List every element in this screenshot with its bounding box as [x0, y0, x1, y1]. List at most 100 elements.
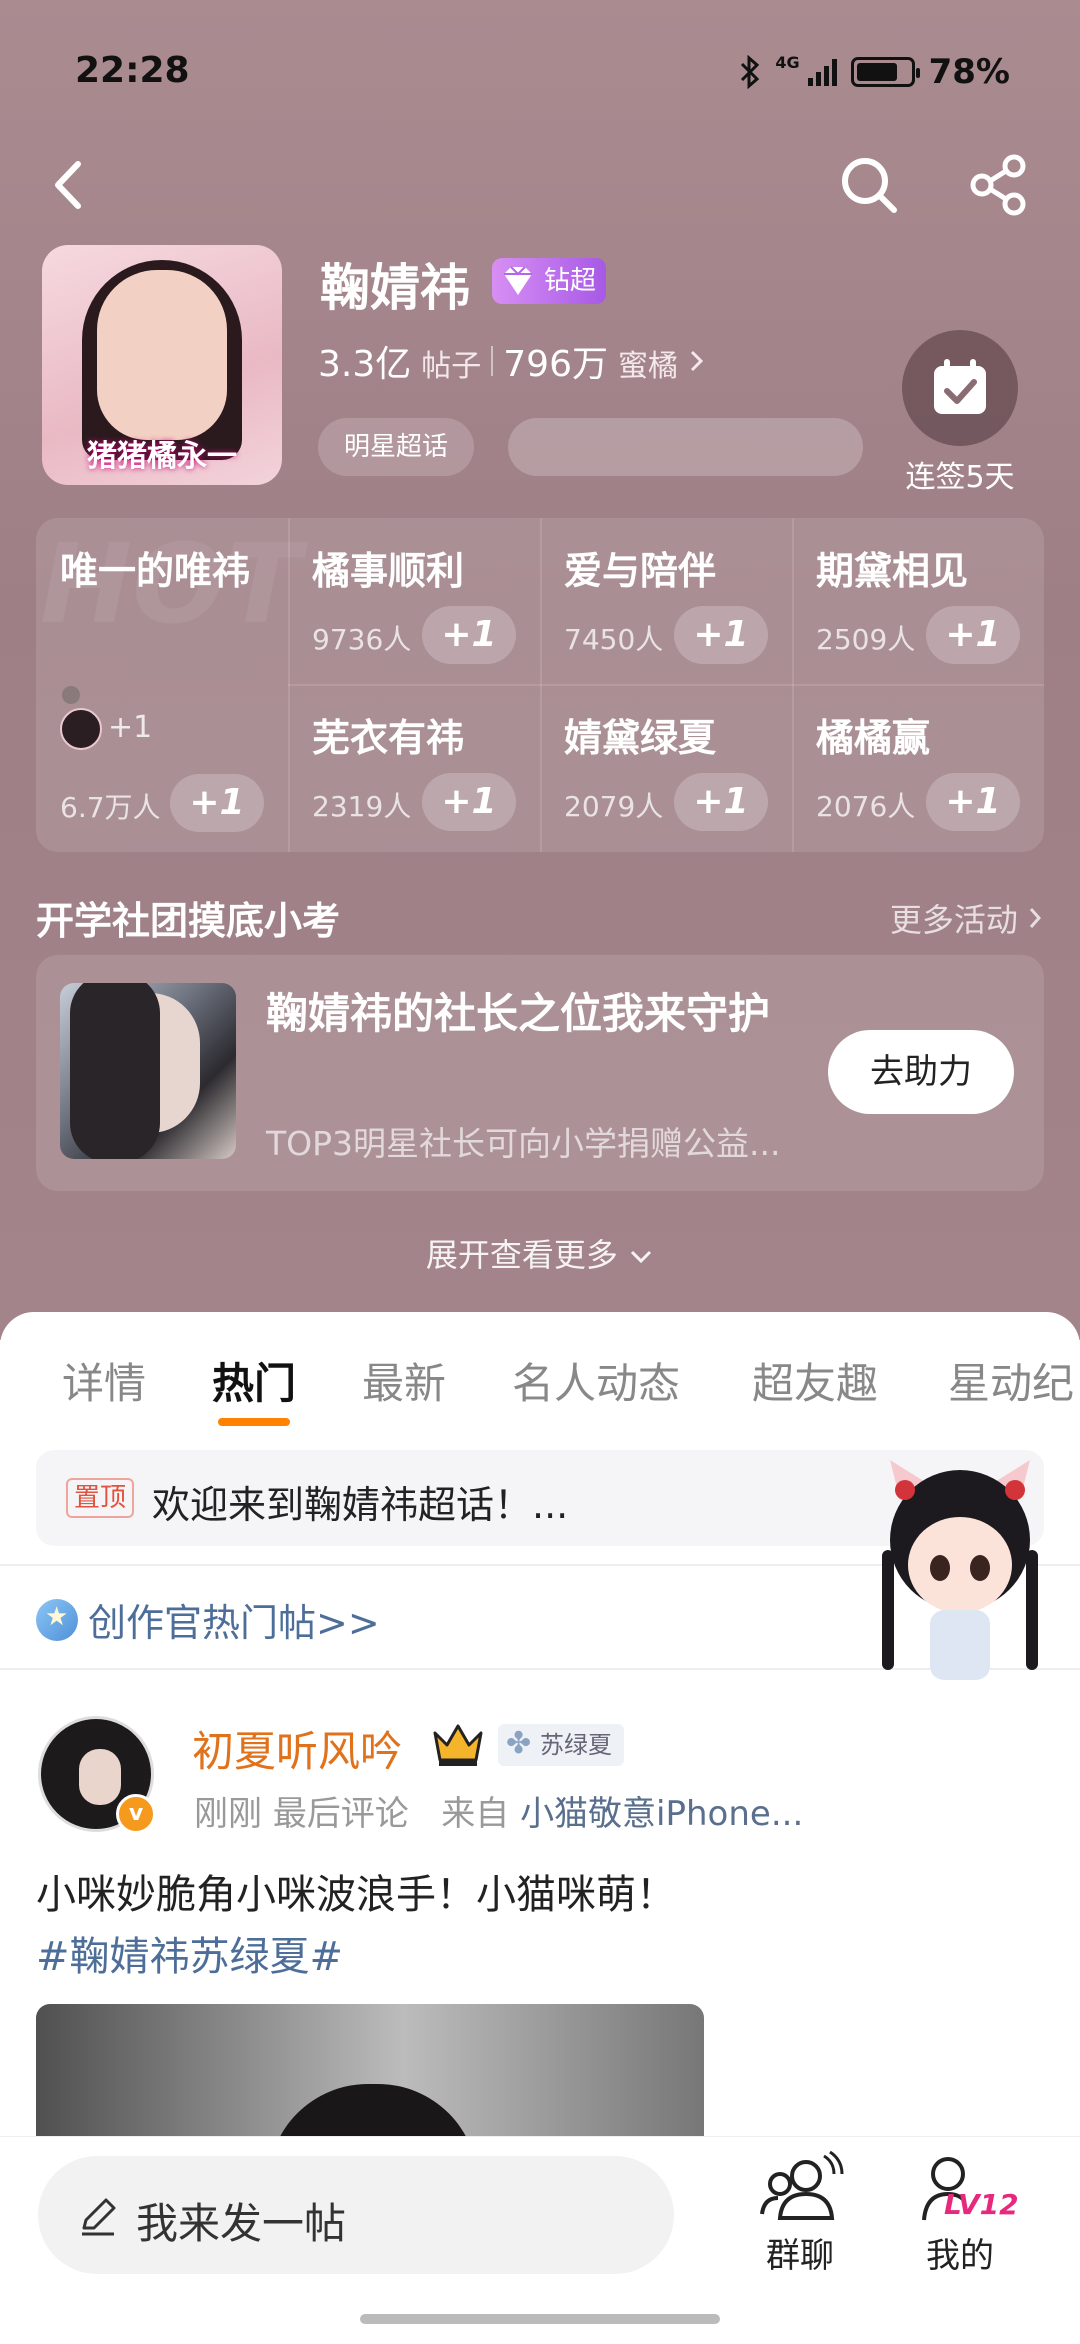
tab-star-moments[interactable]: 星动纪: [948, 1350, 1074, 1411]
activity-subtitle: TOP3明星社长可向小学捐赠公益...: [266, 1124, 781, 1163]
home-indicator: [360, 2314, 720, 2324]
hot-main-cell[interactable]: 唯一的唯祎 6.7万人 +1: [36, 518, 288, 852]
post-meta: 刚刚 最后评论 来自 小猫敬意iPhone...: [194, 1786, 803, 1835]
hot-cell[interactable]: 期黛相见 2509人 +1: [792, 518, 1044, 685]
creator-link-label: 创作官热门帖>>: [88, 1601, 380, 1645]
tab-hot[interactable]: 热门: [212, 1350, 296, 1411]
mini-plus: +1: [108, 710, 153, 745]
hot-cell-count: 2079人: [564, 790, 664, 823]
mini-avatar: [60, 708, 102, 750]
plus-one-button[interactable]: +1: [926, 606, 1020, 664]
post-source-prefix: 来自: [441, 1794, 510, 1834]
hot-cell[interactable]: 橘橘赢 2076人 +1: [792, 685, 1044, 852]
category-tag[interactable]: 明星超话: [318, 418, 475, 476]
fans-label: 蜜橘: [617, 349, 678, 384]
checkin-label: 连签5天: [905, 460, 1015, 495]
expand-more-label: 展开查看更多: [425, 1236, 618, 1274]
hot-cell-title: 婧黛绿夏: [564, 716, 717, 760]
hot-cell[interactable]: 芜衣有祎 2319人 +1: [288, 685, 540, 852]
bluetooth-icon: [741, 55, 760, 89]
calendar-check-icon: [934, 359, 986, 414]
activity-section-title: 开学社团摸底小考: [36, 899, 341, 943]
creator-badge-icon: [36, 1598, 78, 1641]
hot-cell-title: 爱与陪伴: [564, 549, 717, 593]
plus-one-button[interactable]: +1: [422, 773, 516, 831]
group-chat-label[interactable]: 群聊: [740, 2228, 860, 2277]
feed-tabs: 详情 热门 最新 名人动态 超友趣 星动纪: [0, 1350, 1080, 1420]
status-bar: 22:28 4G 78%: [75, 50, 1010, 100]
plus-one-button[interactable]: +1: [422, 606, 516, 664]
blurred-tag[interactable]: [508, 418, 863, 476]
tab-latest[interactable]: 最新: [362, 1350, 446, 1411]
signal-icon: [807, 58, 837, 86]
hot-cell[interactable]: 橘事顺利 9736人 +1: [288, 518, 540, 685]
hot-main-count: 6.7万人: [60, 791, 161, 824]
hot-main-plus-button[interactable]: +1: [170, 774, 264, 832]
activity-image: [60, 983, 236, 1159]
user-level-badge: LV12: [944, 2188, 1019, 2221]
verified-badge-icon: v: [116, 1794, 156, 1834]
expand-more-button[interactable]: 展开查看更多: [0, 1230, 1080, 1276]
activity-title: 鞠婧祎的社长之位我来守护: [266, 989, 771, 1038]
hot-cell-count: 9736人: [312, 623, 412, 656]
hot-main-title: 唯一的唯祎: [60, 549, 251, 593]
creator-hot-posts-link[interactable]: 创作官热门帖>>: [36, 1592, 380, 1647]
status-time: 22:28: [75, 50, 190, 91]
plus-one-button[interactable]: +1: [674, 773, 768, 831]
avatar-caption: 猪猪橘永一: [87, 439, 237, 474]
topic-stats[interactable]: 3.3亿 帖子 796万 蜜橘: [318, 335, 706, 387]
topic-avatar[interactable]: 猪猪橘永一: [42, 245, 282, 485]
hot-cell-title: 期黛相见: [816, 549, 969, 593]
mascot-sticker[interactable]: [860, 1460, 1060, 1710]
hot-cell-count: 2076人: [816, 790, 916, 823]
fan-group-tag[interactable]: ✤ 苏绿夏: [498, 1724, 624, 1766]
search-icon[interactable]: [834, 150, 904, 220]
support-button[interactable]: 去助力: [828, 1030, 1014, 1114]
plus-one-button[interactable]: +1: [926, 773, 1020, 831]
post-text: 小咪妙脆角小咪波浪手！小猫咪萌！: [36, 1872, 676, 1918]
hot-cell-title: 橘事顺利: [312, 549, 465, 593]
compose-post-button[interactable]: 我来发一帖: [38, 2156, 674, 2274]
me-label[interactable]: 我的: [900, 2228, 1020, 2277]
checkin-button[interactable]: [902, 330, 1018, 446]
more-activities-link[interactable]: 更多活动: [890, 895, 1044, 941]
hot-cell[interactable]: 爱与陪伴 7450人 +1: [540, 518, 792, 685]
fans-count: 796万: [503, 344, 608, 385]
post-source[interactable]: 小猫敬意iPhone...: [520, 1794, 803, 1834]
hot-cell-title: 芜衣有祎: [312, 716, 465, 760]
active-tab-indicator: [218, 1418, 290, 1426]
mini-avatar: [62, 686, 80, 704]
tab-celebrity-updates[interactable]: 名人动态: [512, 1350, 680, 1411]
diamond-super-badge[interactable]: 钻超: [492, 258, 607, 304]
battery-icon: [850, 57, 920, 87]
post-hashtag[interactable]: #鞠婧祎苏绿夏#: [36, 1924, 343, 1982]
posts-count: 3.3亿: [318, 344, 412, 385]
tab-details[interactable]: 详情: [62, 1350, 146, 1411]
pencil-icon: [82, 2198, 116, 2236]
tab-super-friends[interactable]: 超友趣: [752, 1350, 878, 1411]
hot-cell-count: 7450人: [564, 623, 664, 656]
hot-cell[interactable]: 婧黛绿夏 2079人 +1: [540, 685, 792, 852]
more-activities-label: 更多活动: [889, 901, 1018, 939]
topic-name: 鞠婧祎: [320, 259, 470, 317]
back-icon[interactable]: [36, 150, 106, 220]
pinned-text: 欢迎来到鞠婧祎超话！...: [152, 1483, 569, 1527]
share-icon[interactable]: [964, 150, 1034, 220]
stats-divider: [491, 346, 494, 376]
plus-one-button[interactable]: +1: [674, 606, 768, 664]
group-chat-icon[interactable]: [758, 2150, 844, 2226]
hot-cell-title: 橘橘赢: [816, 716, 931, 760]
author-name[interactable]: 初夏听风吟: [192, 1718, 402, 1779]
fan-group-label: 苏绿夏: [540, 1731, 612, 1759]
chevron-right-icon: [1029, 908, 1042, 928]
posts-label: 帖子: [421, 349, 482, 384]
post-meta-note: 最后评论: [272, 1794, 409, 1834]
compose-placeholder: 我来发一帖: [136, 2199, 347, 2248]
activity-card[interactable]: 鞠婧祎的社长之位我来守护 TOP3明星社长可向小学捐赠公益... 去助力: [36, 955, 1044, 1191]
badge-label: 钻超: [544, 266, 597, 296]
network-type: 4G: [775, 52, 800, 72]
hot-cell-count: 2319人: [312, 790, 412, 823]
diamond-icon: [504, 266, 532, 295]
crown-icon: [433, 1724, 483, 1766]
pinned-tag: 置顶: [66, 1478, 135, 1518]
